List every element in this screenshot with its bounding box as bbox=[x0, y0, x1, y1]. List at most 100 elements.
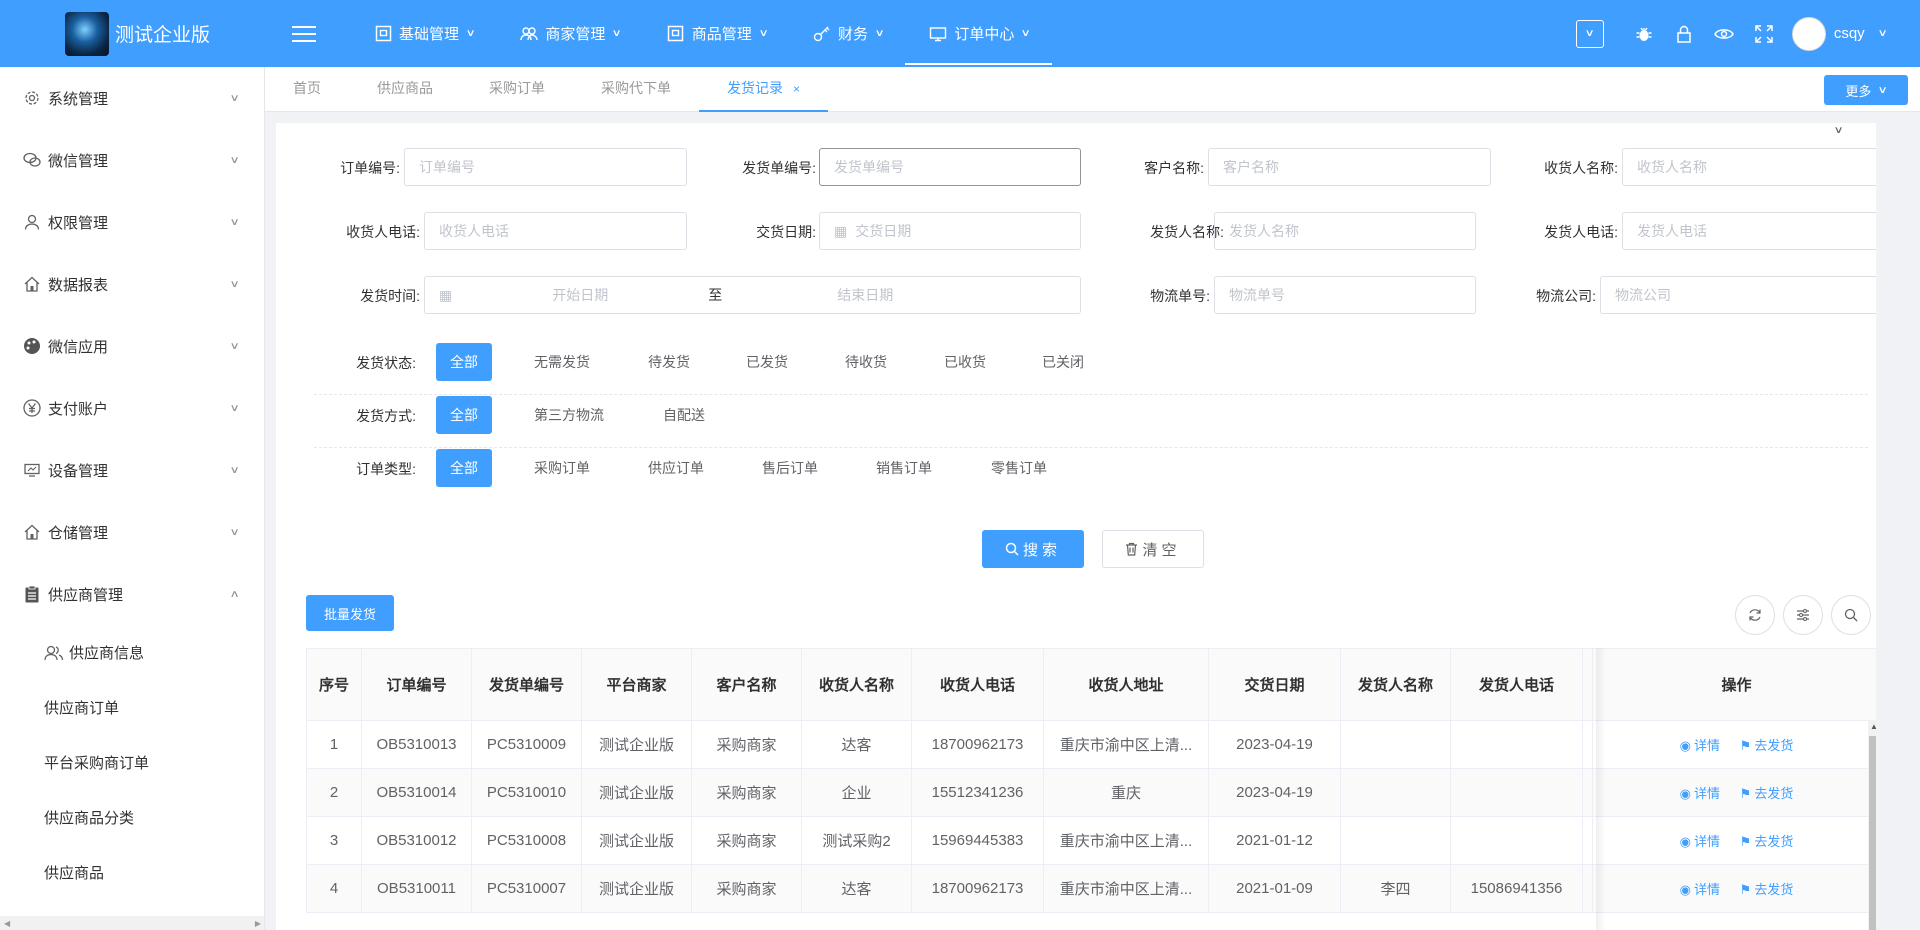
sidebar-item-system[interactable]: 系统管理 ∨ bbox=[0, 67, 264, 129]
shipper-phone-input[interactable]: 发货人电话 bbox=[1622, 212, 1876, 250]
sidebar-item-wechat[interactable]: 微信管理 ∨ bbox=[0, 129, 264, 191]
tab-purchase-order[interactable]: 采购订单 bbox=[461, 66, 573, 111]
fullscreen-icon[interactable] bbox=[1744, 24, 1784, 43]
detail-link[interactable]: ◉ 详情 bbox=[1680, 738, 1720, 753]
sidebar-item-reports[interactable]: 数据报表 ∨ bbox=[0, 253, 264, 315]
chevron-down-icon[interactable]: ∨ bbox=[1833, 125, 1843, 136]
method-option-all[interactable]: 全部 bbox=[436, 396, 492, 434]
column-header[interactable]: 发货人名称 bbox=[1340, 648, 1451, 721]
detail-link[interactable]: ◉ 详情 bbox=[1680, 786, 1720, 801]
column-header[interactable]: 客户名称 bbox=[691, 648, 802, 721]
status-option-none[interactable]: 无需发货 bbox=[520, 343, 604, 381]
settings-sliders-icon[interactable] bbox=[1783, 595, 1823, 635]
column-header[interactable]: 序号 bbox=[306, 648, 362, 721]
avatar[interactable] bbox=[1791, 16, 1826, 51]
column-header[interactable]: 订单编号 bbox=[361, 648, 472, 721]
deliver-date-picker[interactable]: ▦ 交货日期 bbox=[819, 212, 1081, 250]
sidebar-sub-platform-purchase[interactable]: 平台采购商订单 bbox=[0, 735, 264, 790]
sidebar-item-supplier[interactable]: 供应商管理 ∧ bbox=[0, 563, 264, 625]
column-header[interactable]: 发货单编号 bbox=[471, 648, 582, 721]
menu-toggle-icon[interactable] bbox=[292, 25, 316, 42]
tab-supply-goods[interactable]: 供应商品 bbox=[349, 66, 461, 111]
sidebar-sub-supplier-info[interactable]: 供应商信息 bbox=[0, 625, 264, 680]
lock-icon[interactable] bbox=[1664, 25, 1704, 43]
scrollbar-thumb[interactable] bbox=[1869, 736, 1876, 930]
column-header[interactable]: 平台商家 bbox=[581, 648, 692, 721]
sidebar-sub-supply-goods[interactable]: 供应商品 bbox=[0, 845, 264, 900]
status-option-closed[interactable]: 已关闭 bbox=[1028, 343, 1098, 381]
search-button[interactable]: 搜索 bbox=[982, 530, 1084, 568]
receiver-input[interactable]: 收货人名称 bbox=[1622, 148, 1876, 186]
order-type-option-retail[interactable]: 零售订单 bbox=[977, 449, 1061, 487]
search-icon[interactable] bbox=[1831, 595, 1871, 635]
sidebar-item-wechat-app[interactable]: 微信应用 ∨ bbox=[0, 315, 264, 377]
logistics-no-input[interactable]: 物流单号 bbox=[1214, 276, 1476, 314]
batch-ship-button[interactable]: 批量发货 bbox=[306, 595, 394, 631]
sidebar-horizontal-scrollbar[interactable]: ◀ ▶ bbox=[0, 916, 264, 930]
sidebar-item-device[interactable]: 设备管理 ∨ bbox=[0, 439, 264, 501]
nav-order-center[interactable]: 订单中心 ∨ bbox=[905, 0, 1053, 67]
order-type-option-sales[interactable]: 销售订单 bbox=[862, 449, 946, 487]
order-type-option-purchase[interactable]: 采购订单 bbox=[520, 449, 604, 487]
tab-shipping-records[interactable]: 发货记录 × bbox=[699, 66, 829, 112]
order-type-option-aftersale[interactable]: 售后订单 bbox=[748, 449, 832, 487]
close-icon[interactable]: × bbox=[793, 82, 800, 96]
table-row[interactable]: 4 OB5310011 PC5310007 测试企业版 采购商家 达客 1870… bbox=[306, 864, 1876, 913]
column-header[interactable]: 收货人名称 bbox=[801, 648, 912, 721]
status-option-received[interactable]: 已收货 bbox=[930, 343, 1000, 381]
dropdown-toggle[interactable]: ∨ bbox=[1575, 19, 1604, 48]
tab-home[interactable]: 首页 bbox=[265, 66, 349, 111]
order-type-option-supply[interactable]: 供应订单 bbox=[634, 449, 718, 487]
sidebar-sub-goods-category[interactable]: 供应商品分类 bbox=[0, 790, 264, 845]
clear-button[interactable]: 清空 bbox=[1102, 530, 1204, 568]
shipper-input[interactable]: 发货人名称 bbox=[1214, 212, 1476, 250]
method-option-self[interactable]: 自配送 bbox=[649, 396, 719, 434]
table-row[interactable]: 3 OB5310012 PC5310008 测试企业版 采购商家 测试采购2 1… bbox=[306, 816, 1876, 865]
brand[interactable]: 测试企业版 bbox=[0, 0, 265, 67]
status-option-shipped[interactable]: 已发货 bbox=[732, 343, 802, 381]
customer-input[interactable]: 客户名称 bbox=[1208, 148, 1491, 186]
scroll-left-icon[interactable]: ◀ bbox=[4, 919, 10, 928]
logistics-no-label: 物流单号: bbox=[1150, 288, 1210, 304]
nav-finance[interactable]: 财务 ∨ bbox=[789, 0, 905, 67]
status-option-all[interactable]: 全部 bbox=[436, 343, 492, 381]
order-type-option-all[interactable]: 全部 bbox=[436, 449, 492, 487]
column-header[interactable]: 交货日期 bbox=[1208, 648, 1341, 721]
ship-link[interactable]: ⚑ 去发货 bbox=[1740, 882, 1794, 897]
status-option-pending[interactable]: 待发货 bbox=[634, 343, 704, 381]
order-no-input[interactable]: 订单编号 bbox=[404, 148, 687, 186]
tab-purchase-proxy[interactable]: 采购代下单 bbox=[573, 66, 699, 111]
logistics-co-input[interactable]: 物流公司 bbox=[1600, 276, 1876, 314]
table-vertical-scrollbar[interactable]: ▲ bbox=[1868, 720, 1876, 930]
sidebar-item-storage[interactable]: 仓储管理 ∨ bbox=[0, 501, 264, 563]
column-header[interactable]: 收货人地址 bbox=[1043, 648, 1209, 721]
nav-merchant[interactable]: 商家管理 ∨ bbox=[496, 0, 642, 67]
sidebar-item-payment[interactable]: 支付账户 ∨ bbox=[0, 377, 264, 439]
detail-link[interactable]: ◉ 详情 bbox=[1680, 882, 1720, 897]
refresh-icon[interactable] bbox=[1735, 595, 1775, 635]
sidebar-item-permission[interactable]: 权限管理 ∨ bbox=[0, 191, 264, 253]
nav-basic[interactable]: 基础管理 ∨ bbox=[350, 0, 496, 67]
username[interactable]: csqy bbox=[1834, 25, 1865, 42]
method-option-third-party[interactable]: 第三方物流 bbox=[520, 396, 618, 434]
table-row[interactable]: 1 OB5310013 PC5310009 测试企业版 采购商家 达客 1870… bbox=[306, 720, 1876, 769]
column-header[interactable]: 发货人电话 bbox=[1450, 648, 1583, 721]
eye-icon[interactable] bbox=[1704, 27, 1744, 41]
ship-time-range[interactable]: ▦ 开始日期 至 结束日期 bbox=[424, 276, 1081, 314]
column-header[interactable]: 收货人电话 bbox=[911, 648, 1044, 721]
ship-no-input[interactable]: 发货单编号 bbox=[819, 148, 1081, 186]
receiver-phone-input[interactable]: 收货人电话 bbox=[424, 212, 687, 250]
bug-icon[interactable] bbox=[1624, 25, 1664, 43]
nav-goods[interactable]: 商品管理 ∨ bbox=[643, 0, 789, 67]
chevron-down-icon[interactable]: ∨ bbox=[1877, 28, 1887, 39]
scroll-right-icon[interactable]: ▶ bbox=[255, 919, 261, 928]
status-option-to-receive[interactable]: 待收货 bbox=[831, 343, 901, 381]
scroll-up-icon[interactable]: ▲ bbox=[1870, 722, 1876, 731]
ship-link[interactable]: ⚑ 去发货 bbox=[1740, 786, 1794, 801]
table-row[interactable]: 2 OB5310014 PC5310010 测试企业版 采购商家 企业 1551… bbox=[306, 768, 1876, 817]
sidebar-sub-supplier-order[interactable]: 供应商订单 bbox=[0, 680, 264, 735]
ship-link[interactable]: ⚑ 去发货 bbox=[1740, 834, 1794, 849]
detail-link[interactable]: ◉ 详情 bbox=[1680, 834, 1720, 849]
ship-link[interactable]: ⚑ 去发货 bbox=[1740, 738, 1794, 753]
more-button[interactable]: 更多 ∨ bbox=[1824, 75, 1908, 105]
